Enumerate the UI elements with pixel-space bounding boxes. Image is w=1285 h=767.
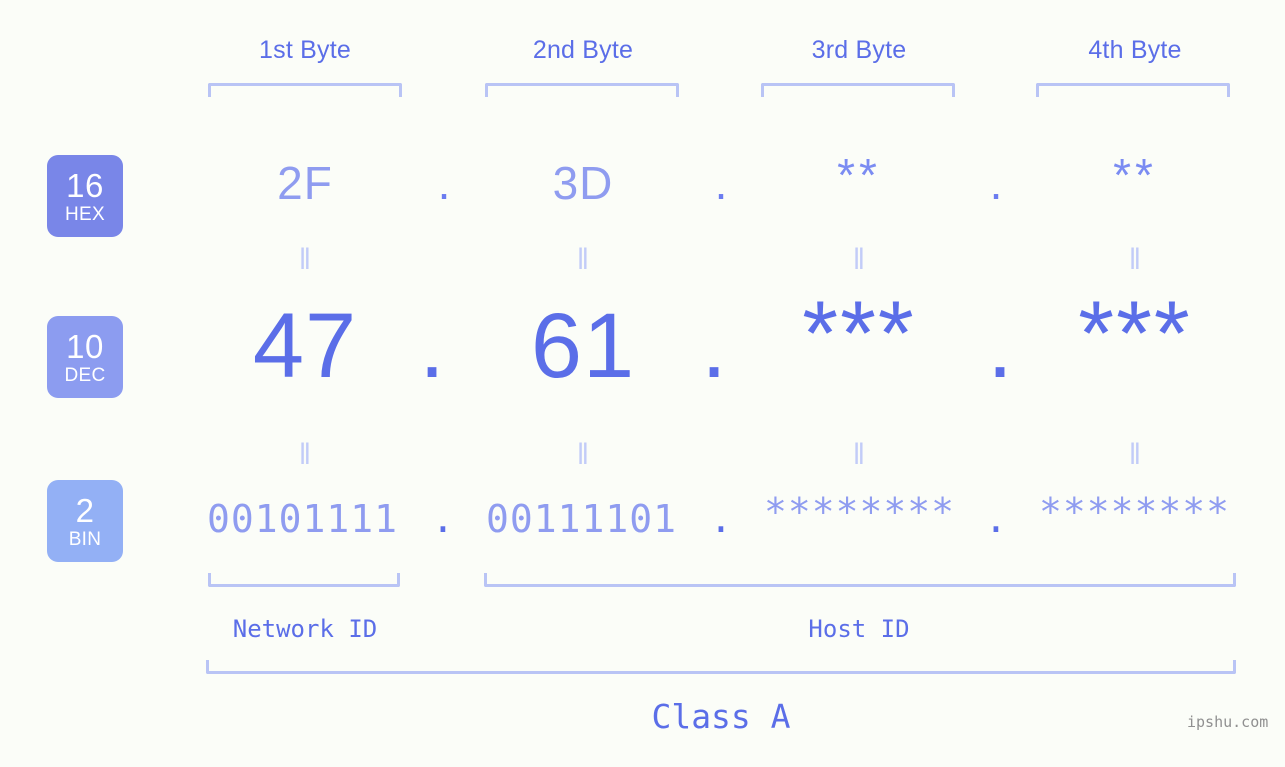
base-badge-hex: 16 HEX [47,155,123,237]
class-label: Class A [651,697,791,736]
equality-connector-dec-bin-3: ‖ [852,438,866,471]
ip-address-breakdown-diagram: 1st Byte 2nd Byte 3rd Byte 4th Byte 16 H… [0,0,1285,767]
dec-separator-dot-2: . [701,295,727,397]
bin-separator-dot-3: . [984,497,1008,541]
bin-value-byte-2: 00111101 [485,497,678,541]
byte-bracket-top-4 [1036,83,1230,97]
dec-value-byte-4: *** [1078,283,1192,385]
hex-value-byte-4: ** [1113,149,1157,201]
bin-separator-dot-2: . [709,497,733,541]
equality-connector-hex-dec-4: ‖ [1128,243,1142,276]
dec-value-byte-1: 47 [252,295,358,397]
equality-connector-hex-dec-1: ‖ [298,243,312,276]
host-id-bracket [484,573,1236,587]
byte-header-label-2: 2nd Byte [532,36,634,64]
byte-bracket-top-3 [761,83,955,97]
equality-connector-hex-dec-2: ‖ [576,243,590,276]
dec-value-byte-2: 61 [530,295,636,397]
hex-separator-dot-1: . [437,157,451,209]
equality-connector-dec-bin-4: ‖ [1128,438,1142,471]
hex-value-byte-3: ** [837,149,881,201]
dec-value-byte-3: *** [802,283,916,385]
bin-value-byte-1: 00101111 [206,497,399,541]
host-id-label: Host ID [808,615,910,643]
class-bracket [206,660,1236,674]
base-badge-dec-name: DEC [64,364,106,386]
byte-bracket-top-2 [485,83,679,97]
hex-separator-dot-2: . [714,157,728,209]
bin-separator-dot-1: . [431,497,455,541]
base-badge-bin-name: BIN [68,528,102,550]
equality-connector-dec-bin-1: ‖ [298,438,312,471]
byte-header-label-3: 3rd Byte [811,36,907,64]
equality-connector-hex-dec-3: ‖ [852,243,866,276]
network-id-bracket [208,573,400,587]
bin-value-byte-3: ******** [763,490,956,534]
byte-header-label-4: 4th Byte [1088,36,1182,64]
bin-value-byte-4: ******** [1038,490,1231,534]
hex-separator-dot-3: . [989,157,1003,209]
base-badge-hex-name: HEX [65,203,105,225]
base-badge-bin-number: 2 [75,491,95,529]
base-badge-hex-number: 16 [66,166,104,204]
dec-separator-dot-1: . [419,295,445,397]
byte-header-label-1: 1st Byte [259,36,351,64]
network-id-label: Network ID [232,615,378,643]
base-badge-bin: 2 BIN [47,480,123,562]
equality-connector-dec-bin-2: ‖ [576,438,590,471]
dec-separator-dot-3: . [987,295,1013,397]
hex-value-byte-2: 3D [552,157,614,209]
byte-bracket-top-1 [208,83,402,97]
site-watermark: ipshu.com [1187,713,1269,731]
base-badge-dec-number: 10 [66,327,104,365]
base-badge-dec: 10 DEC [47,316,123,398]
hex-value-byte-1: 2F [277,157,333,209]
